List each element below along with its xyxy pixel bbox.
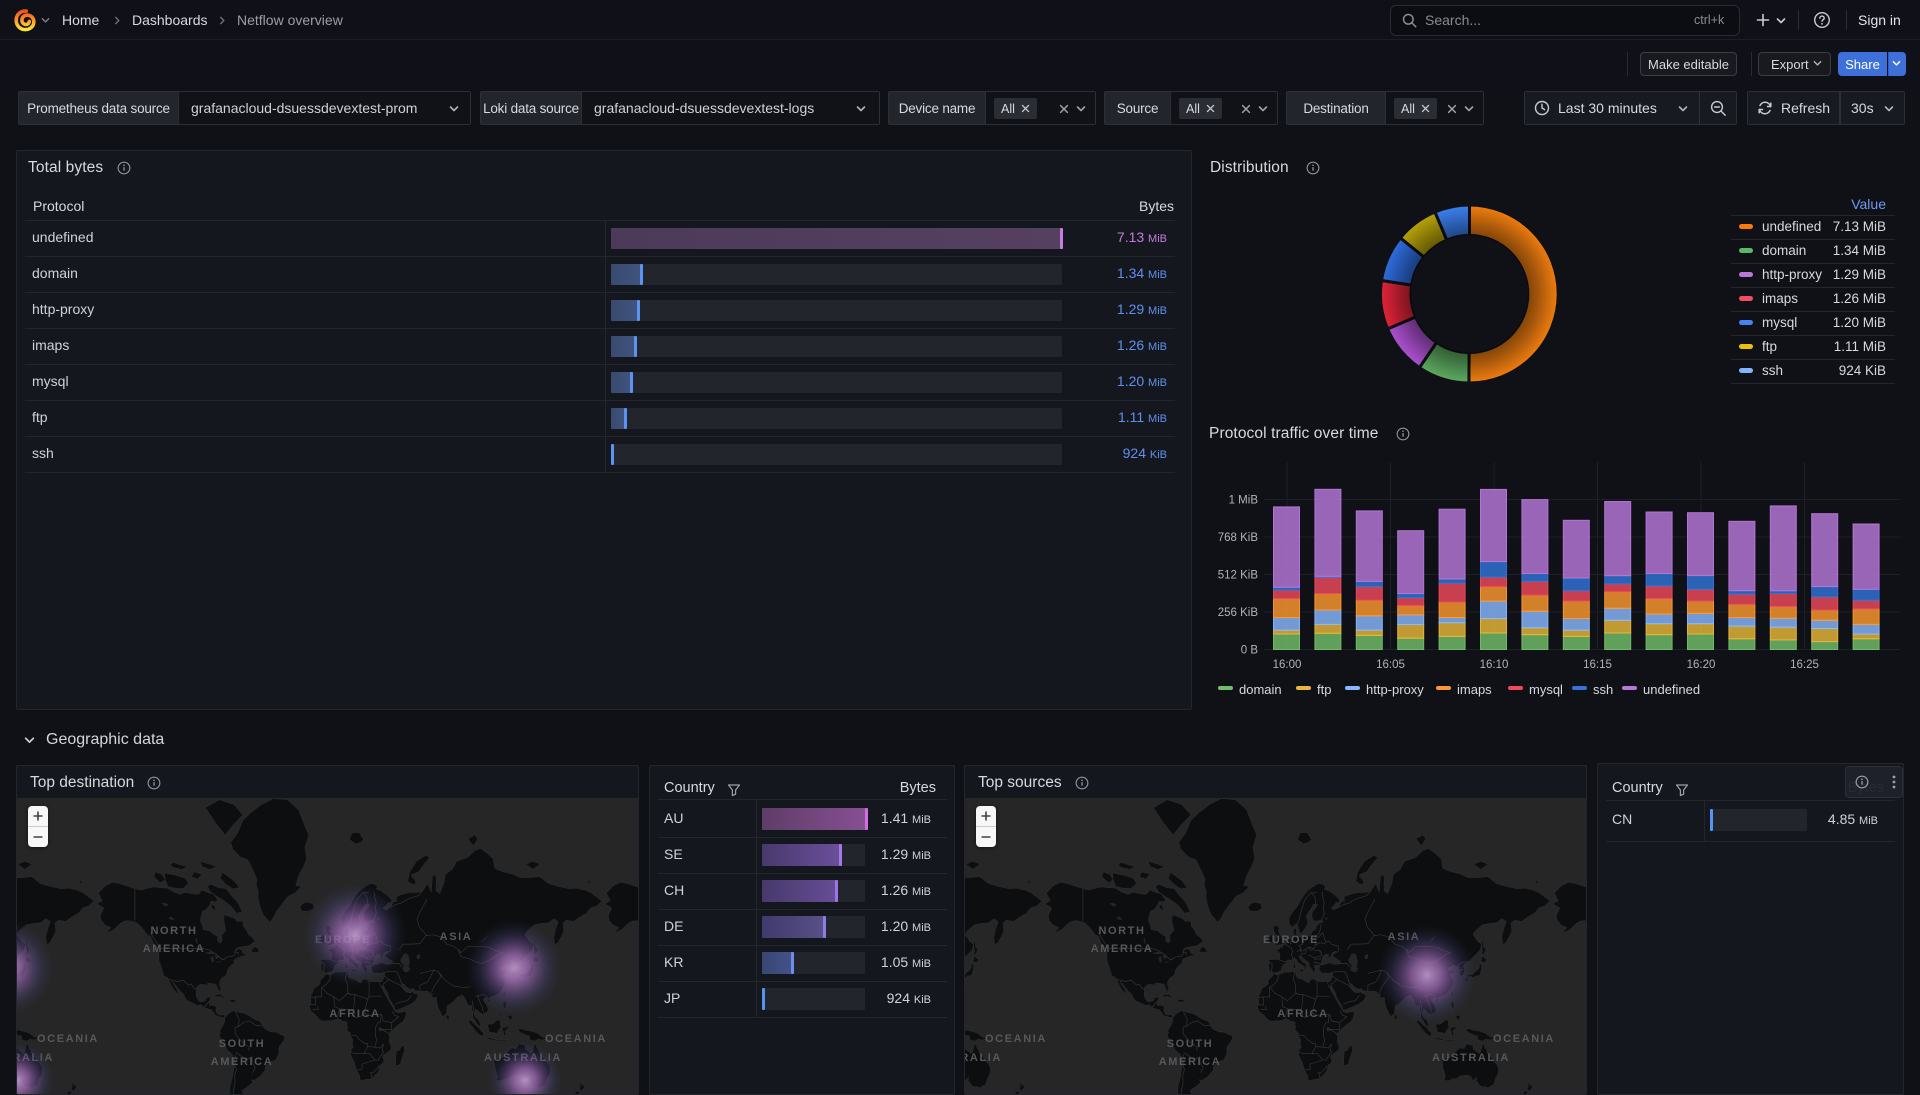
svg-text:AMERICA: AMERICA (211, 1056, 274, 1068)
svg-text:1 MiB: 1 MiB (1229, 495, 1259, 507)
svg-text:AUSTRALIA: AUSTRALIA (965, 1052, 1002, 1064)
svg-text:AMERICA: AMERICA (1159, 1056, 1222, 1068)
svg-text:AFRICA: AFRICA (329, 1008, 380, 1020)
svg-text:AUSTRALIA: AUSTRALIA (1432, 1052, 1510, 1064)
svg-text:imaps: imaps (1457, 682, 1492, 697)
svg-text:16:10: 16:10 (1480, 659, 1509, 671)
svg-text:0 B: 0 B (1241, 645, 1259, 657)
svg-text:OCEANIA: OCEANIA (985, 1033, 1047, 1045)
svg-text:ssh: ssh (1593, 682, 1613, 697)
svg-text:AFRICA: AFRICA (1277, 1008, 1328, 1020)
svg-text:mysql: mysql (1529, 682, 1563, 697)
svg-text:EUROPE: EUROPE (1263, 934, 1319, 946)
svg-text:OCEANIA: OCEANIA (1493, 1033, 1555, 1045)
svg-text:768 KiB: 768 KiB (1218, 532, 1259, 544)
svg-text:16:05: 16:05 (1376, 659, 1405, 671)
svg-text:AMERICA: AMERICA (143, 943, 206, 955)
svg-text:domain: domain (1239, 682, 1282, 697)
svg-text:OCEANIA: OCEANIA (37, 1033, 99, 1045)
svg-text:16:00: 16:00 (1273, 659, 1302, 671)
svg-text:NORTH: NORTH (150, 925, 197, 937)
svg-text:undefined: undefined (1643, 682, 1700, 697)
svg-text:256 KiB: 256 KiB (1218, 607, 1259, 619)
svg-text:ftp: ftp (1317, 682, 1331, 697)
svg-text:ASIA: ASIA (440, 931, 473, 943)
svg-text:16:25: 16:25 (1790, 659, 1819, 671)
svg-text:NORTH: NORTH (1098, 925, 1145, 937)
svg-text:SOUTH: SOUTH (1167, 1038, 1214, 1050)
svg-text:OCEANIA: OCEANIA (545, 1033, 607, 1045)
svg-text:http-proxy: http-proxy (1366, 682, 1424, 697)
svg-text:SOUTH: SOUTH (219, 1038, 266, 1050)
svg-text:16:20: 16:20 (1687, 659, 1716, 671)
svg-text:AMERICA: AMERICA (1091, 943, 1154, 955)
svg-text:512 KiB: 512 KiB (1218, 570, 1259, 582)
svg-text:16:15: 16:15 (1583, 659, 1612, 671)
